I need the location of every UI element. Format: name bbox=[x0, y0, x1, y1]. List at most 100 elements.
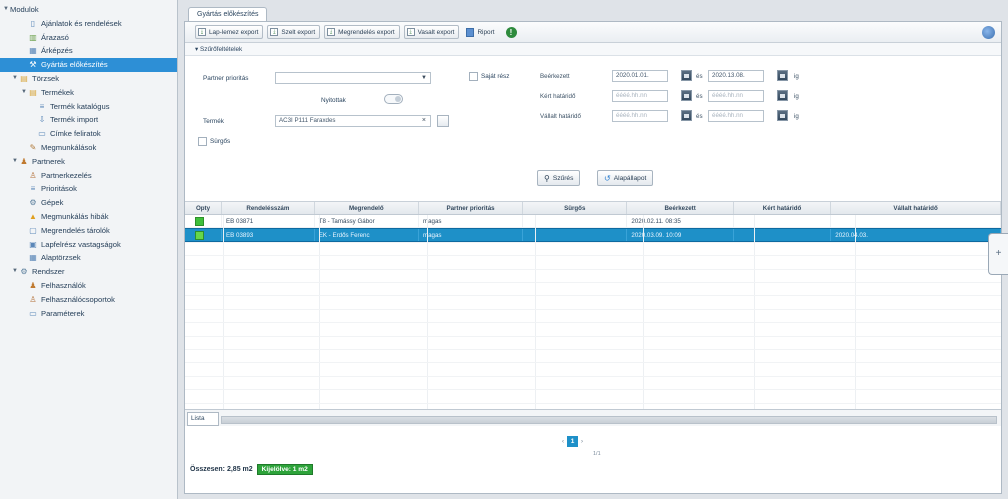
horizontal-scrollbar[interactable] bbox=[221, 416, 997, 424]
sheet-export-button[interactable]: ⤓ Lap-lemez export bbox=[195, 25, 264, 39]
sidebar-item[interactable]: ▭ Címke feliratok bbox=[0, 127, 177, 141]
table-icon: ▦ bbox=[29, 46, 37, 56]
search-icon[interactable] bbox=[437, 115, 449, 127]
sidebar-item[interactable]: ▦ Árképzés bbox=[0, 44, 177, 58]
sidebar-item[interactable]: ▼ ▤ Termékek bbox=[0, 86, 177, 100]
chevron-down-icon[interactable]: ▼ bbox=[2, 3, 10, 17]
next-page-button[interactable]: › bbox=[581, 439, 583, 445]
calendar-icon[interactable] bbox=[777, 90, 788, 101]
sidebar-item[interactable]: ✎ Megmunkálások bbox=[0, 141, 177, 155]
layers-icon: ▣ bbox=[29, 239, 37, 249]
calendar-icon[interactable] bbox=[777, 70, 788, 81]
page-count: 1/1 bbox=[593, 451, 601, 457]
sidebar-item-label: Paraméterek bbox=[41, 308, 85, 318]
accepted-from-input[interactable]: éééé.hh.nn bbox=[612, 110, 668, 122]
product-input[interactable]: AC3I P111 Faraxdes × bbox=[275, 115, 431, 127]
sidebar-item[interactable]: ⚒ Gyártás előkészítés bbox=[0, 58, 177, 72]
calendar-icon[interactable] bbox=[681, 70, 692, 81]
cell-accepted: 2020.04.03. bbox=[831, 229, 1001, 241]
sidebar-item[interactable]: ⇩ Termék import bbox=[0, 113, 177, 127]
requested-to-input[interactable]: éééé.hh.nn bbox=[708, 90, 764, 102]
tab-gyartas-elokeszites[interactable]: Gyártás előkészítés bbox=[188, 7, 268, 22]
sidebar-item[interactable]: ▼ Modulok bbox=[0, 3, 177, 17]
received-to-input[interactable]: 2020.13.08. bbox=[708, 70, 764, 82]
grid-column-line bbox=[854, 215, 856, 409]
button-label: Vasalt export bbox=[417, 28, 455, 36]
column-header[interactable]: Beérkezett bbox=[627, 202, 734, 214]
filter-search-button[interactable]: ⚲ Szűrés bbox=[537, 170, 581, 186]
sidebar-item-label: Árazasó bbox=[41, 32, 69, 42]
sidebar-item[interactable]: ▦ Alaptörzsek bbox=[0, 251, 177, 265]
sidebar-item-label: Megmunkálások bbox=[41, 142, 97, 152]
partner-priority-select[interactable]: ▼ bbox=[275, 72, 431, 84]
current-page[interactable]: 1 bbox=[567, 436, 578, 447]
info-icon[interactable]: ! bbox=[505, 26, 517, 38]
edge-export-button[interactable]: ⤓ Vasalt export bbox=[403, 25, 460, 39]
column-header[interactable]: Partner prioritás bbox=[419, 202, 524, 214]
sidebar-item[interactable]: ▥ Árazasó bbox=[0, 31, 177, 45]
product-label: Termék bbox=[203, 118, 224, 125]
calendar-icon[interactable] bbox=[777, 110, 788, 121]
grid-row-line bbox=[185, 308, 1001, 310]
collapse-panel-handle[interactable]: + bbox=[988, 233, 1008, 275]
range-suffix: ig bbox=[794, 73, 799, 80]
cut-export-button[interactable]: ⤓ Szelt export bbox=[267, 25, 321, 39]
own-part-checkbox[interactable] bbox=[469, 72, 478, 81]
calendar-icon[interactable] bbox=[681, 90, 692, 101]
list-bar: Lista bbox=[185, 410, 1001, 426]
sidebar-item[interactable]: ≡ Prioritások bbox=[0, 182, 177, 196]
sidebar-item[interactable]: ▼ ⚙ Rendszer bbox=[0, 265, 177, 279]
column-header[interactable]: Vállalt határidő bbox=[831, 202, 1001, 214]
sidebar-item[interactable]: ♙ Felhasználócsoportok bbox=[0, 293, 177, 307]
chevron-down-icon[interactable]: ▼ bbox=[20, 86, 28, 100]
reset-button[interactable]: ↺ Alapállapot bbox=[597, 170, 654, 186]
requested-from-input[interactable]: éééé.hh.nn bbox=[612, 90, 668, 102]
received-from-input[interactable]: 2020.01.01. bbox=[612, 70, 668, 82]
report-button[interactable]: Riport bbox=[463, 25, 497, 39]
prev-page-button[interactable]: ‹ bbox=[562, 439, 564, 445]
sidebar-item[interactable]: ♙ Partnerkezelés bbox=[0, 169, 177, 183]
clear-icon[interactable]: × bbox=[422, 116, 426, 126]
open-only-toggle[interactable] bbox=[384, 94, 403, 104]
grid-row-line bbox=[185, 282, 1001, 283]
tab-bar: Gyártás előkészítés bbox=[182, 5, 1008, 22]
cell-received: 2020.02.11. 08:35 bbox=[627, 215, 734, 227]
column-header[interactable]: Rendelésszám bbox=[222, 202, 315, 214]
chevron-down-icon[interactable]: ▼ bbox=[11, 155, 19, 169]
requested-deadline-label: Kért határidő bbox=[540, 93, 576, 100]
order-export-button[interactable]: ⤓ Megrendelés export bbox=[324, 25, 400, 39]
column-header[interactable]: Megrendelő bbox=[315, 202, 419, 214]
list-tab[interactable]: Lista bbox=[187, 412, 219, 426]
sidebar-item[interactable]: ▭ Paraméterek bbox=[0, 307, 177, 321]
table-row[interactable]: EB 03893 EK - Erdős Ferenc magas 2020.03.09… bbox=[185, 228, 1001, 242]
rush-checkbox[interactable] bbox=[198, 137, 207, 146]
binoculars-icon: ⚲ bbox=[544, 173, 550, 183]
column-header[interactable]: Opty bbox=[185, 202, 223, 214]
filter-section-header[interactable]: ▾ Szűrőfeltételek bbox=[185, 43, 1001, 56]
refresh-icon[interactable] bbox=[982, 26, 995, 39]
sidebar-item[interactable]: ▯ Ajánlatok és rendelések bbox=[0, 17, 177, 31]
column-header[interactable]: Kért határidő bbox=[734, 202, 832, 214]
table-row[interactable]: EB 03871 T8 - Tamássy Gábor magas 2020.02.1… bbox=[185, 215, 1001, 228]
sidebar-item[interactable]: ♟ Felhasználók bbox=[0, 279, 177, 293]
grid-row-line bbox=[185, 255, 1001, 257]
chevron-down-icon[interactable]: ▼ bbox=[11, 265, 19, 279]
sidebar-item[interactable]: ▼ ♟ Partnerek bbox=[0, 155, 177, 169]
cell-accepted bbox=[831, 215, 1001, 227]
sidebar-item[interactable]: ▼ ▤ Törzsek bbox=[0, 72, 177, 86]
sidebar-item[interactable]: ⚙ Gépek bbox=[0, 196, 177, 210]
column-header[interactable]: Sürgős bbox=[523, 202, 628, 214]
chevron-down-icon[interactable]: ▼ bbox=[11, 72, 19, 86]
accepted-to-input[interactable]: éééé.hh.nn bbox=[708, 110, 764, 122]
selected-area-badge: Kijelölve: 1 m2 bbox=[256, 464, 313, 475]
sidebar-item[interactable]: ▣ Lapfelrész vastagságok bbox=[0, 238, 177, 252]
sidebar-item[interactable]: ≡ Termék katalógus bbox=[0, 100, 177, 114]
sidebar-item[interactable]: ▢ Megrendelés tárolók bbox=[0, 224, 177, 238]
grid-column-line bbox=[643, 215, 645, 409]
grid-row-line bbox=[185, 375, 1001, 377]
sidebar-item[interactable]: ▲ Megmunkálás hibák bbox=[0, 210, 177, 224]
rush-label: Sürgős bbox=[210, 138, 231, 145]
ok-status-icon bbox=[195, 217, 204, 226]
calendar-icon[interactable] bbox=[681, 110, 692, 121]
label-icon: ▭ bbox=[38, 129, 46, 139]
